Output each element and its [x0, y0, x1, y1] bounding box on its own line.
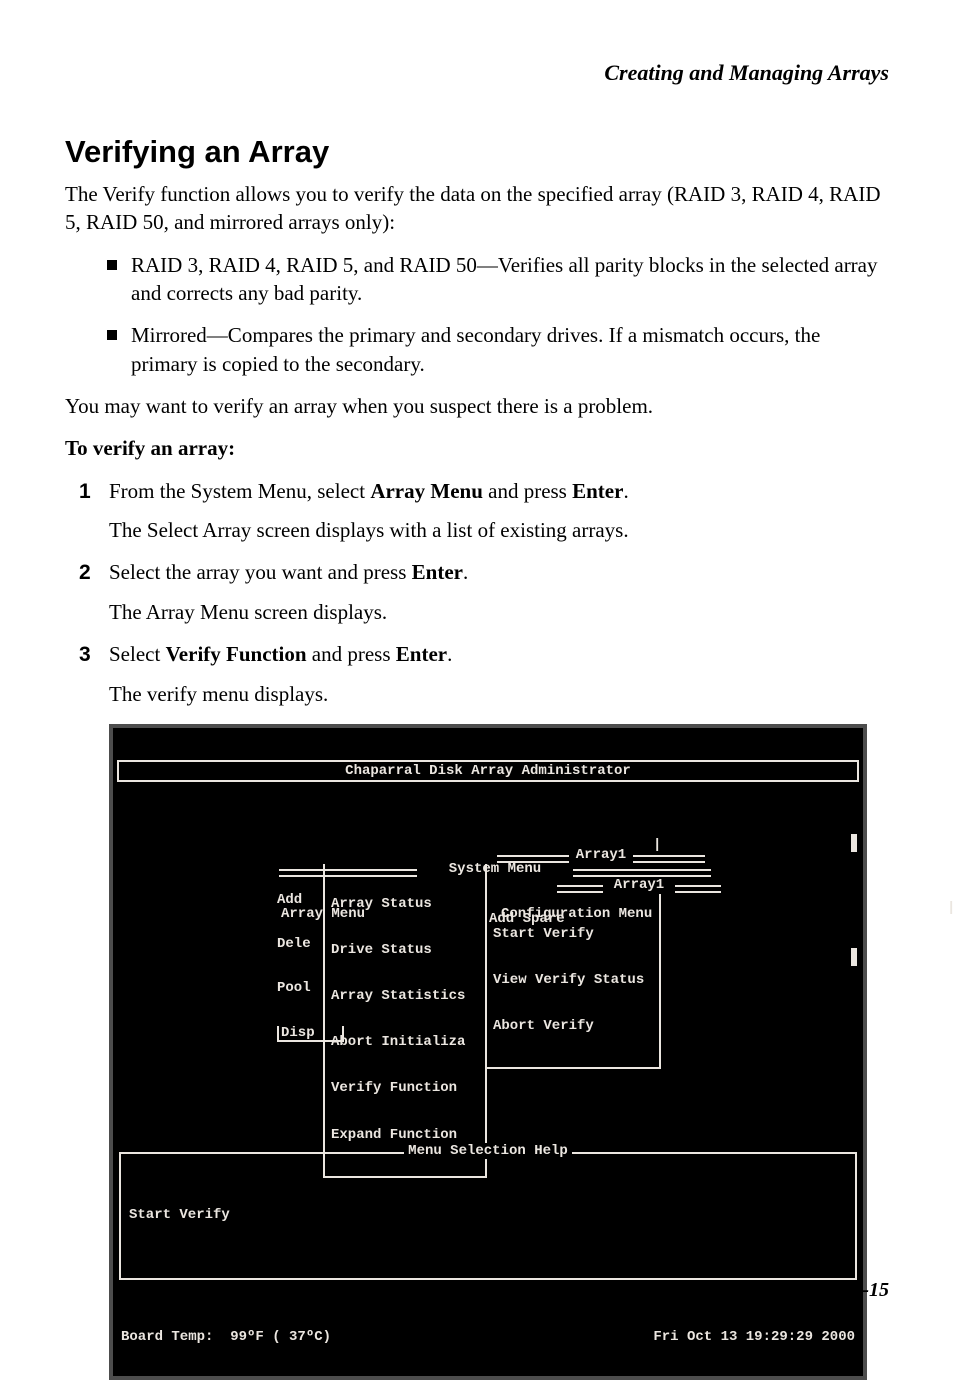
step-text: . — [447, 642, 452, 666]
menu-item-start-verify[interactable]: Start Verify — [493, 927, 653, 942]
step-subtext: The Array Menu screen displays. — [109, 598, 889, 626]
terminal-screenshot: Chaparral Disk Array Administrator Syste… — [109, 724, 867, 1380]
step-body: From the System Menu, select Array Menu … — [109, 477, 889, 506]
step-number: 3 — [73, 640, 109, 669]
step-number: 2 — [73, 558, 109, 587]
menu-item-abort-verify[interactable]: Abort Verify — [493, 1019, 653, 1034]
status-datetime: Fri Oct 13 19:29:29 2000 — [653, 1330, 855, 1344]
array1b-label: Array1 — [557, 878, 721, 892]
menu-item[interactable]: Array Statistics — [331, 989, 479, 1004]
step-text: . — [463, 560, 468, 584]
step-text-bold: Array Menu — [370, 479, 483, 503]
step-number: 1 — [73, 477, 109, 506]
step-list: 1 From the System Menu, select Array Men… — [65, 477, 889, 708]
terminal-body: System Menu Array Menu | Configuration M… — [113, 828, 863, 1104]
step-body: Select Verify Function and press Enter. — [109, 640, 889, 669]
step-subtext: The verify menu displays. — [109, 680, 889, 708]
bullet-item: RAID 3, RAID 4, RAID 5, and RAID 50—Veri… — [107, 251, 889, 308]
submenu-3: Start Verify View Verify Status Abort Ve… — [485, 894, 661, 1069]
menu-item[interactable]: Expand Function — [331, 1128, 479, 1143]
terminal-title: Chaparral Disk Array Administrator — [117, 760, 859, 782]
step-subtext: The Select Array screen displays with a … — [109, 516, 889, 544]
page-number: 4-15 — [852, 1279, 889, 1302]
bullet-list: RAID 3, RAID 4, RAID 5, and RAID 50—Veri… — [65, 251, 889, 378]
step-item: 2 Select the array you want and press En… — [73, 558, 889, 587]
menu-item[interactable]: Array Status — [331, 897, 479, 912]
procedure-title: To verify an array: — [65, 434, 889, 462]
step-text: and press — [483, 479, 572, 503]
paragraph: You may want to verify an array when you… — [65, 392, 889, 420]
bullet-square-icon — [107, 330, 117, 340]
step-text: and press — [307, 642, 396, 666]
step-item: 1 From the System Menu, select Array Men… — [73, 477, 889, 506]
menu-item-view-verify-status[interactable]: View Verify Status — [493, 973, 653, 988]
step-text-bold: Verify Function — [166, 642, 307, 666]
status-temp: Board Temp: 99ºF ( 37ºC) — [121, 1330, 331, 1344]
help-box: Menu Selection Help Start Verify — [119, 1152, 857, 1280]
submenu-1: Array Status Drive Status Array Statisti… — [323, 864, 487, 1178]
step-text-bold: Enter — [412, 560, 463, 584]
step-text-bold: Enter — [572, 479, 623, 503]
step-body: Select the array you want and press Ente… — [109, 558, 889, 587]
intro-paragraph: The Verify function allows you to verify… — [65, 180, 889, 237]
step-text-bold: Enter — [396, 642, 447, 666]
terminal-window: Chaparral Disk Array Administrator Syste… — [109, 724, 867, 1380]
step-text: . — [623, 479, 628, 503]
bullet-square-icon — [107, 260, 117, 270]
menu-item[interactable]: Abort Initializa — [331, 1035, 479, 1050]
status-bar: Board Temp: 99ºF ( 37ºC) Fri Oct 13 19:2… — [113, 1328, 863, 1348]
step-text: Select — [109, 642, 166, 666]
menu-item[interactable]: Drive Status — [331, 943, 479, 958]
scrollbar-icon — [851, 948, 857, 966]
divider-icon: | — [947, 901, 954, 916]
help-content: Start Verify — [129, 1208, 847, 1222]
bullet-text: RAID 3, RAID 4, RAID 5, and RAID 50—Veri… — [131, 251, 889, 308]
section-header: Creating and Managing Arrays — [65, 60, 889, 86]
array1-label: Array1 — [491, 848, 711, 862]
help-title: Menu Selection Help — [121, 1144, 855, 1158]
bullet-item: Mirrored—Compares the primary and second… — [107, 321, 889, 378]
menu-item-verify-function[interactable]: Verify Function — [331, 1081, 479, 1096]
bullet-text: Mirrored—Compares the primary and second… — [131, 321, 889, 378]
scrollbar-icon — [851, 834, 857, 852]
step-text: Select the array you want and press — [109, 560, 412, 584]
step-item: 3 Select Verify Function and press Enter… — [73, 640, 889, 669]
step-text: From the System Menu, select — [109, 479, 370, 503]
page-title: Verifying an Array — [65, 134, 889, 170]
